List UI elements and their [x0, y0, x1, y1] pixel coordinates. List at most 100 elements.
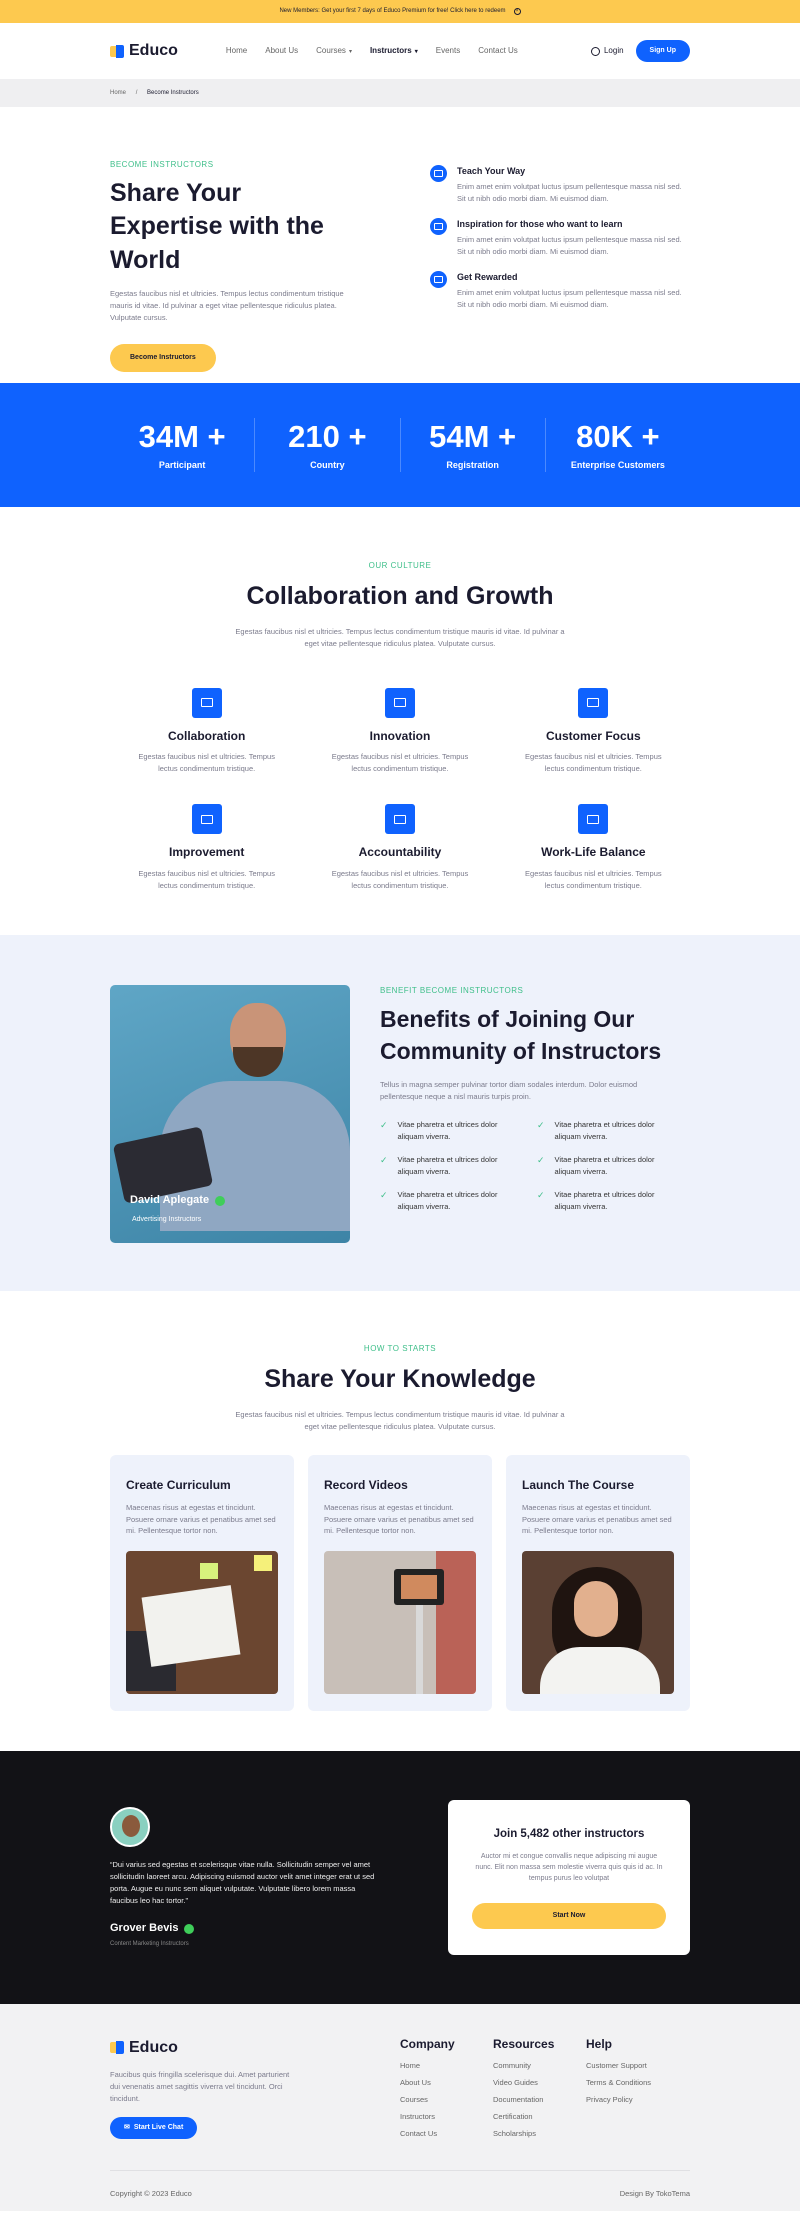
footer-link[interactable]: Community [493, 2061, 586, 2072]
step-title: Launch The Course [522, 1477, 635, 1492]
footer-column-title: Resources [493, 2037, 555, 2051]
footer-link[interactable]: About Us [400, 2078, 493, 2089]
design-credit[interactable]: Design By TokoTema [620, 2189, 690, 2200]
footer-link[interactable]: Home [400, 2061, 493, 2072]
culture-item: Innovation Egestas faucibus nisl et ultri… [303, 687, 496, 775]
culture-item: Accountability Egestas faucibus nisl et u… [303, 804, 496, 891]
stat-item: 210 + Country [254, 417, 399, 473]
check-icon: ✓ [380, 1190, 388, 1201]
logo-icon [110, 2041, 124, 2055]
benefit-item: ✓ Vitae pharetra et ultrices dolor aliqua… [537, 1119, 680, 1142]
globe-icon [590, 46, 600, 56]
culture-item-title: Collaboration [167, 728, 246, 743]
live-chat-button[interactable]: ✉ Start Live Chat [110, 2117, 198, 2140]
stats-band: 34M + Participant 210 + Country 54M + Regis… [0, 383, 800, 507]
footer-link[interactable]: Contact Us [400, 2129, 493, 2140]
footer-link[interactable]: Certification [493, 2112, 586, 2123]
culture-eyebrow: OUR CULTURE [368, 561, 432, 570]
hero-section: BECOME INSTRUCTORS Share Your Expertise … [0, 107, 800, 383]
footer-logo[interactable]: Educo [110, 2036, 400, 2059]
culture-item-description: Egestas faucibus nisl et ultricies. Temp… [331, 752, 469, 773]
site-footer: Educo Faucibus quis fringilla scelerisqu… [0, 2004, 800, 2211]
benefits-eyebrow: BENEFIT BECOME INSTRUCTORS [380, 986, 524, 995]
testimonial-role: Content Marketing Instructors [110, 1940, 189, 1947]
testimonial-section: “Dui varius sed egestas et scelerisque v… [0, 1751, 800, 2004]
step-card: Record Videos Maecenas risus at egestas … [308, 1454, 492, 1711]
footer-link[interactable]: Terms & Conditions [586, 2078, 679, 2089]
live-chat-label: Start Live Chat [133, 2124, 184, 2132]
footer-column-title: Company [400, 2037, 455, 2051]
benefit-item: ✓ Vitae pharetra et ultrices dolor aliqua… [380, 1189, 523, 1212]
nav-home[interactable]: Home [226, 45, 247, 57]
footer-link[interactable]: Video Guides [493, 2078, 586, 2089]
breadcrumb-home[interactable]: Home [110, 90, 126, 96]
breadcrumb-current: Become Instructors [147, 89, 199, 96]
close-icon[interactable]: × [513, 8, 521, 15]
book-icon [430, 218, 447, 236]
culture-item-title: Innovation [369, 728, 431, 743]
culture-item-description: Egestas faucibus nisl et ultricies. Temp… [525, 868, 662, 890]
footer-link[interactable]: Instructors [400, 2112, 493, 2123]
record-video-image [324, 1551, 476, 1695]
book-icon [430, 165, 447, 182]
chevron-down-icon: ▾ [414, 49, 418, 56]
footer-column-resources: Resources Community Video Guides Documen… [493, 2036, 586, 2146]
step-description: Maecenas risus at egestas et tincidunt. … [126, 1503, 276, 1536]
culture-item: Collaboration Egestas faucibus nisl et ul… [110, 687, 303, 775]
copyright-text: Copyright © 2023 Educo [110, 2188, 192, 2198]
benefit-item: ✓ Vitae pharetra et ultrices dolor aliqua… [380, 1119, 523, 1142]
culture-item-title: Work-Life Balance [541, 845, 646, 860]
footer-column-help: Help Customer Support Terms & Conditions… [586, 2036, 679, 2146]
footer-link[interactable]: Documentation [493, 2095, 586, 2106]
become-instructors-button[interactable]: Become Instructors [110, 343, 216, 372]
logo-icon [110, 44, 124, 58]
nav-about[interactable]: About Us [265, 45, 298, 57]
footer-link[interactable]: Courses [400, 2095, 493, 2106]
main-nav: Home About Us Courses ▾ Instructors ▾ Even… [226, 45, 518, 57]
brand-logo[interactable]: Educo [110, 39, 178, 62]
footer-column-company: Company Home About Us Courses Instructor… [400, 2036, 493, 2146]
nav-instructors[interactable]: Instructors ▾ [370, 45, 418, 57]
instructor-name: David Aplegate [130, 1194, 210, 1207]
culture-item-title: Accountability [358, 845, 442, 860]
book-icon [191, 804, 222, 835]
feature-description: Enim amet enim volutpat luctus ipsum pel… [457, 288, 682, 310]
footer-link[interactable]: Customer Support [586, 2061, 679, 2072]
benefit-item: ✓ Vitae pharetra et ultrices dolor aliqua… [537, 1189, 680, 1212]
footer-column-title: Help [586, 2037, 613, 2051]
announcement-bar: New Members: Get your first 7 days of Ed… [0, 0, 800, 23]
step-card: Create Curriculum Maecenas risus at eges… [110, 1454, 294, 1711]
hero-eyebrow: BECOME INSTRUCTORS [110, 160, 214, 169]
check-icon: ✓ [380, 1119, 388, 1130]
book-icon [430, 271, 447, 289]
footer-link[interactable]: Scholarships [493, 2129, 586, 2140]
announcement-text[interactable]: New Members: Get your first 7 days of Ed… [279, 7, 505, 16]
feature-description: Enim amet enim volutpat luctus ipsum pel… [457, 182, 682, 204]
book-icon [578, 687, 609, 718]
footer-description: Faucibus quis fringilla scelerisque dui.… [110, 2070, 290, 2104]
stat-value: 80K + [576, 418, 660, 454]
instructor-photo: David Aplegate Advertising Instructors [110, 985, 350, 1243]
book-icon [384, 687, 415, 718]
stat-label: Country [310, 460, 345, 471]
nav-courses-label: Courses [316, 46, 346, 56]
benefits-description: Tellus in magna semper pulvinar tortor d… [380, 1079, 638, 1101]
nav-courses[interactable]: Courses ▾ [316, 45, 352, 57]
avatar [110, 1806, 150, 1847]
breadcrumb: Home / Become Instructors [0, 79, 800, 107]
chevron-down-icon: ▾ [348, 49, 352, 56]
footer-link[interactable]: Privacy Policy [586, 2095, 679, 2106]
feature-description: Enim amet enim volutpat luctus ipsum pel… [457, 235, 682, 257]
nav-events[interactable]: Events [436, 45, 460, 57]
login-label: Login [603, 46, 624, 56]
culture-item-title: Customer Focus [545, 728, 641, 743]
signup-button[interactable]: Sign Up [635, 39, 690, 63]
footer-brand-name: Educo [129, 2039, 178, 2056]
hero-description: Egestas faucibus nisl et ultricies. Temp… [110, 288, 344, 322]
start-now-button[interactable]: Start Now [472, 1902, 666, 1929]
nav-contact[interactable]: Contact Us [478, 45, 518, 57]
launch-course-image [522, 1551, 674, 1695]
join-description: Auctor mi et congue convallis neque adip… [475, 1852, 663, 1883]
login-link[interactable]: Login [590, 45, 624, 57]
join-title: Join 5,482 other instructors [493, 1828, 645, 1841]
